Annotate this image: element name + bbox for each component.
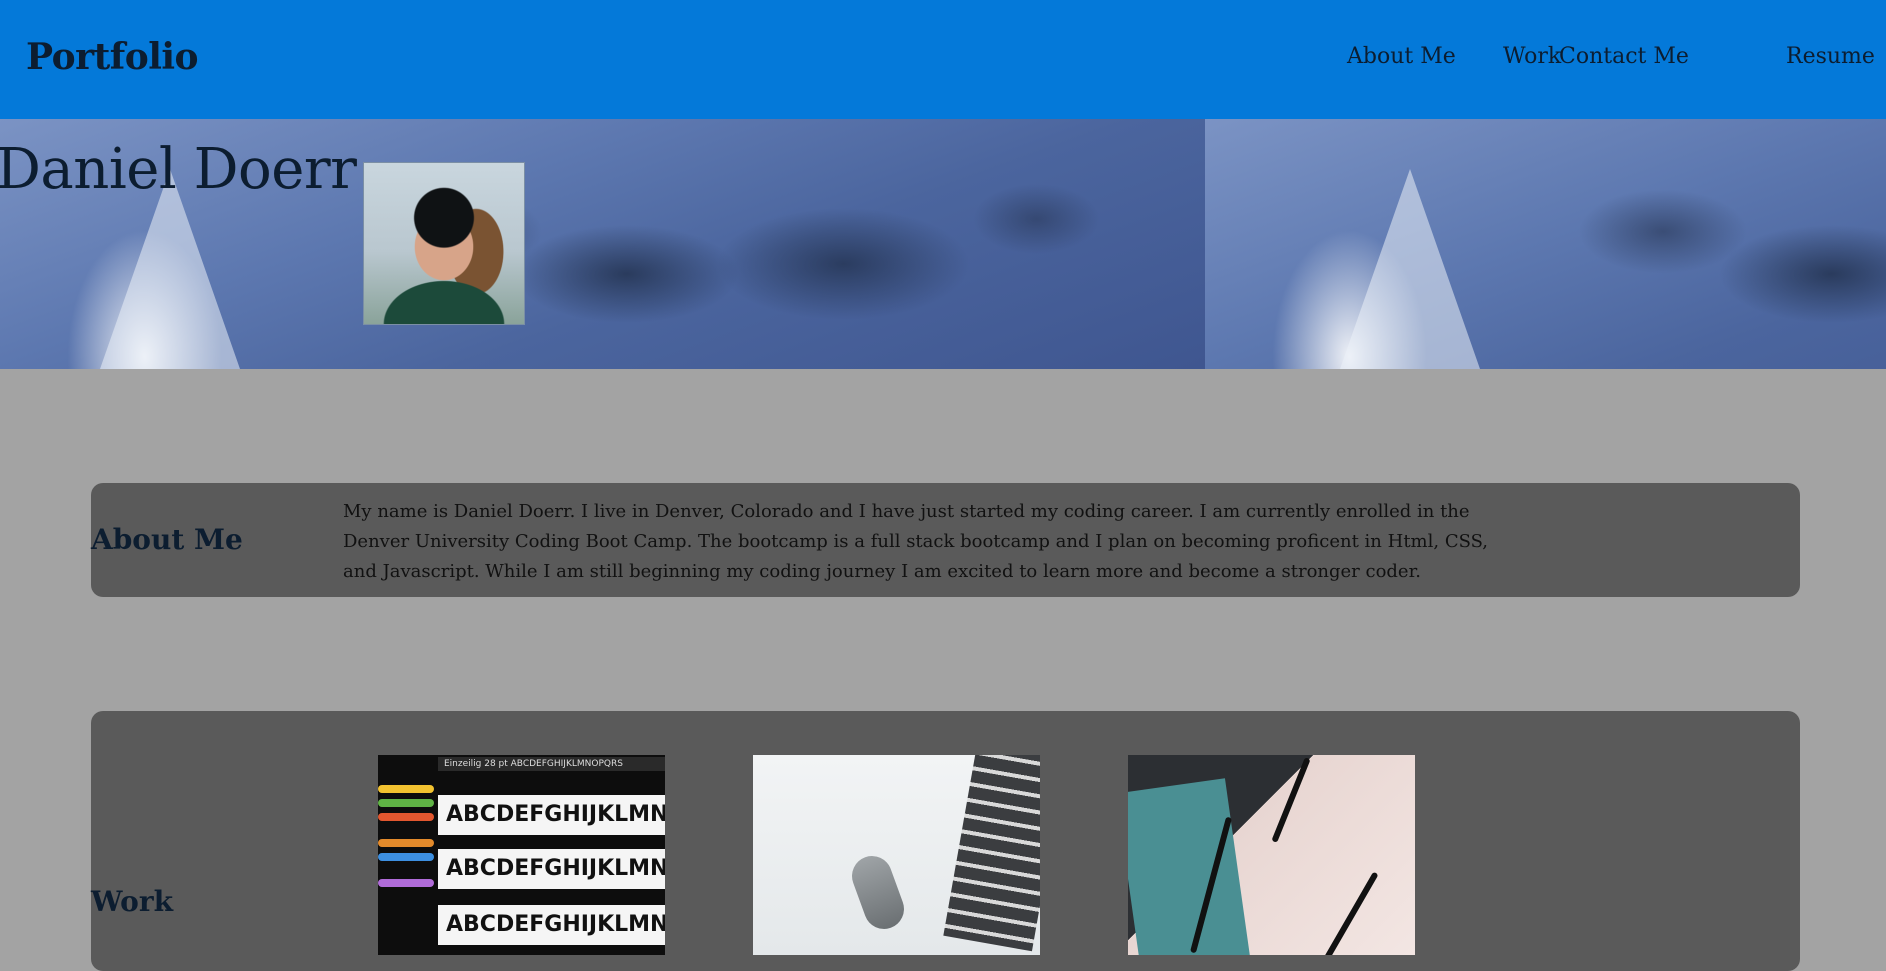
color-tag [378,853,434,861]
pen-shape [1313,871,1379,955]
color-tag [378,879,434,887]
color-tag [378,799,434,807]
color-tag [378,839,434,847]
top-navigation-bar: Portfolio About Me Work Contact Me Resum… [0,0,1886,119]
thumbnail-glyph-row: ABCDEFGHIJKLMNO [438,795,665,835]
work-thumbnail-notebook[interactable] [1128,755,1415,955]
hero-background-right [1205,119,1886,369]
nav-link-about-me[interactable]: About Me [1347,44,1456,69]
profile-photo [363,162,525,325]
hero-name: Daniel Doerr [0,137,357,202]
brand-title[interactable]: Portfolio [26,36,199,78]
work-section: Work Einzeilig 28 pt ABCDEFGHIJKLMNOPQRS… [91,711,1800,971]
nav-link-work[interactable]: Work [1503,44,1561,69]
about-me-text: My name is Daniel Doerr. I live in Denve… [343,501,1489,582]
nav-link-contact-me[interactable]: Contact Me [1559,44,1689,69]
color-tag [378,785,434,793]
color-tag [378,813,434,821]
snowy-tree-right [1340,169,1480,369]
thumbnail-glyph-row: ABCDEFGHIJKLMNO [438,849,665,889]
hero-banner: Daniel Doerr [0,119,1886,369]
thumbnail-toolbar-text: Einzeilig 28 pt ABCDEFGHIJKLMNOPQRS [438,757,665,771]
about-me-section: About Me My name is Daniel Doerr. I live… [91,483,1800,597]
work-heading: Work [91,885,173,918]
work-thumbnail-desk[interactable] [753,755,1040,955]
about-me-heading: About Me [91,523,243,556]
pen-shape [1271,757,1311,843]
nav-link-resume[interactable]: Resume [1786,44,1875,69]
work-thumbnail-typography[interactable]: Einzeilig 28 pt ABCDEFGHIJKLMNOPQRS ABCD… [378,755,665,955]
teal-paper-shape [1128,778,1250,955]
mouse-shape [846,850,910,935]
books-shape [943,755,1040,952]
thumbnail-glyph-row: ABCDEFGHIJKLMNO [438,905,665,945]
